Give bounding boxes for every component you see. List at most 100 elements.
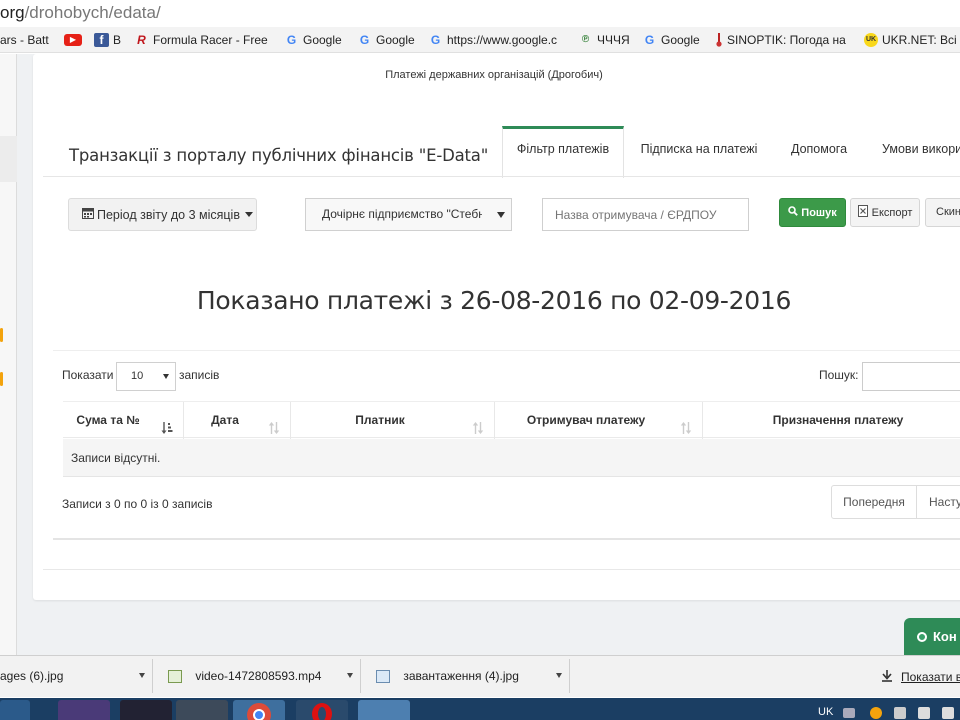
tab-label: Умови викори [882,142,960,156]
bookmark-batt[interactable]: ars - Batt [0,32,58,48]
bookmark-label: Formula Racer - Free [153,33,268,47]
bookmark-label: UKR.NET: Всі н [882,33,960,47]
bookmark-google-3[interactable]: G Google [642,32,706,48]
tray-icon[interactable] [894,707,906,719]
ukrnet-icon: UK [864,33,878,47]
tray-icon[interactable] [918,707,930,719]
download-filename: ages (6).jpg [0,669,64,683]
export-button[interactable]: Експорт [850,198,920,227]
result-heading: Показано платежі з 26-08-2016 по 02-09-2… [196,286,792,315]
bookmark-google-url[interactable]: G https://www.google.c [428,32,566,48]
chevron-down-icon[interactable] [556,673,562,678]
address-bar[interactable]: org/drohobych/edata/ [0,0,960,26]
bookmark-youtube[interactable]: ▶ [64,32,84,48]
sort-icon [268,413,280,434]
tray-icon[interactable] [942,707,954,719]
bookmark-label: https://www.google.c [447,33,558,47]
bookmark-label: ars - Batt [0,33,49,47]
payments-table-panel: Показати 10 записів Пошук: Сума та № Дат… [53,350,960,540]
column-purpose[interactable]: Призначення платежу [703,402,960,439]
show-entries-label: Показати [62,368,114,382]
bookmark-google-2[interactable]: G Google [357,32,421,48]
download-item[interactable]: ages (6).jpg [0,659,153,693]
app-icon[interactable] [120,700,172,720]
column-date[interactable]: Дата [184,402,291,439]
chevron-down-icon[interactable] [347,673,353,678]
word-app-icon[interactable] [0,700,30,720]
left-sidebar-strip [0,54,17,655]
table-header: Сума та № Дата Платник Отримувач платежу… [63,401,960,439]
url-host: org [0,3,25,22]
bookmark-ukrnet[interactable]: UK UKR.NET: Всі н [864,32,960,48]
tab-help[interactable]: Допомога [778,126,860,177]
opera-icon[interactable] [296,700,348,720]
download-item[interactable]: video-1472808593.mp4 [160,659,361,693]
chrome-icon[interactable] [233,700,285,720]
excel-icon [857,205,868,220]
column-payer[interactable]: Платник [291,402,495,439]
bookmark-google-1[interactable]: G Google [284,32,348,48]
chevron-down-icon[interactable] [139,673,145,678]
sidebar-band [0,136,17,182]
downloads-bar: ages (6).jpg video-1472808593.mp4 завант… [0,655,960,697]
table-info: Записи з 0 по 0 із 0 записів [62,497,213,511]
sort-amount-desc-icon [161,413,173,434]
bookmark-formula-racer[interactable]: R Formula Racer - Free [134,32,274,48]
column-label: Сума та № [76,413,140,427]
google-icon: G [286,33,297,47]
column-recipient[interactable]: Отримувач платежу [495,402,703,439]
empty-table-row: Записи відсутні. [63,439,960,477]
sidebar-marker-icon[interactable] [0,328,3,342]
tray-icon[interactable] [870,707,882,719]
sort-icon [472,413,484,434]
url-text: org/drohobych/edata/ [0,3,161,23]
tab-filter[interactable]: Фільтр платежів [502,126,624,178]
app-icon[interactable] [176,700,228,720]
tab-terms[interactable]: Умови викори [871,126,960,177]
download-arrow-icon [881,669,893,685]
app-icon[interactable] [58,700,110,720]
contact-button[interactable]: Кон [904,618,960,655]
bookmark-sinoptik[interactable]: SINOPTIK: Погода на [715,32,850,48]
column-label: Призначення платежу [772,413,904,427]
main-card: Платежі державних організацій (Дрогобич)… [33,54,960,600]
taskbar: UK [0,698,960,720]
bookmark-chchchya[interactable]: ℗ ЧЧЧЯ [578,32,634,48]
table-search-input[interactable] [862,362,960,391]
page-size-select[interactable]: 10 [116,362,176,391]
google-icon: G [430,33,441,47]
search-button-label: Пошук [801,206,837,219]
sidebar-marker-icon[interactable] [0,372,3,386]
google-icon: G [644,33,655,47]
download-filename: завантаження (4).jpg [403,669,519,683]
video-file-icon [168,670,182,684]
bookmark-label: ЧЧЧЯ [597,33,630,47]
next-page-button[interactable]: Насту [916,485,960,519]
url-path: /drohobych/edata/ [24,3,161,22]
search-button[interactable]: Пошук [779,198,846,227]
recipient-search-input[interactable] [542,198,749,231]
tray-icon[interactable] [843,708,855,718]
card-divider [43,569,960,570]
photos-icon[interactable] [358,700,410,720]
column-amount[interactable]: Сума та № [63,402,184,439]
bookmark-label: Google [376,33,415,47]
download-item[interactable]: завантаження (4).jpg [368,659,570,693]
organization-select[interactable]: Дочірнє підприємство "Стебни [305,198,512,231]
period-dropdown-button[interactable]: Період звіту до 3 місяців [68,198,257,231]
reset-button[interactable]: Скину [925,198,960,227]
show-all-downloads-link[interactable]: Показати в [901,670,960,684]
next-label: Насту [929,495,960,509]
language-indicator[interactable]: UK [818,706,833,718]
dropdown-arrow-icon [497,212,505,218]
reset-button-label: Скину [936,206,960,218]
bookmark-facebook[interactable]: f B [94,32,124,48]
google-icon: G [359,33,370,47]
tabs-divider [43,176,960,177]
tab-label: Допомога [790,142,848,156]
column-label: Платник [355,413,405,427]
previous-page-button[interactable]: Попередня [831,485,917,519]
chat-status-icon [917,631,927,642]
tab-subscription[interactable]: Підписка на платежі [633,126,765,177]
thermometer-icon [715,33,723,47]
